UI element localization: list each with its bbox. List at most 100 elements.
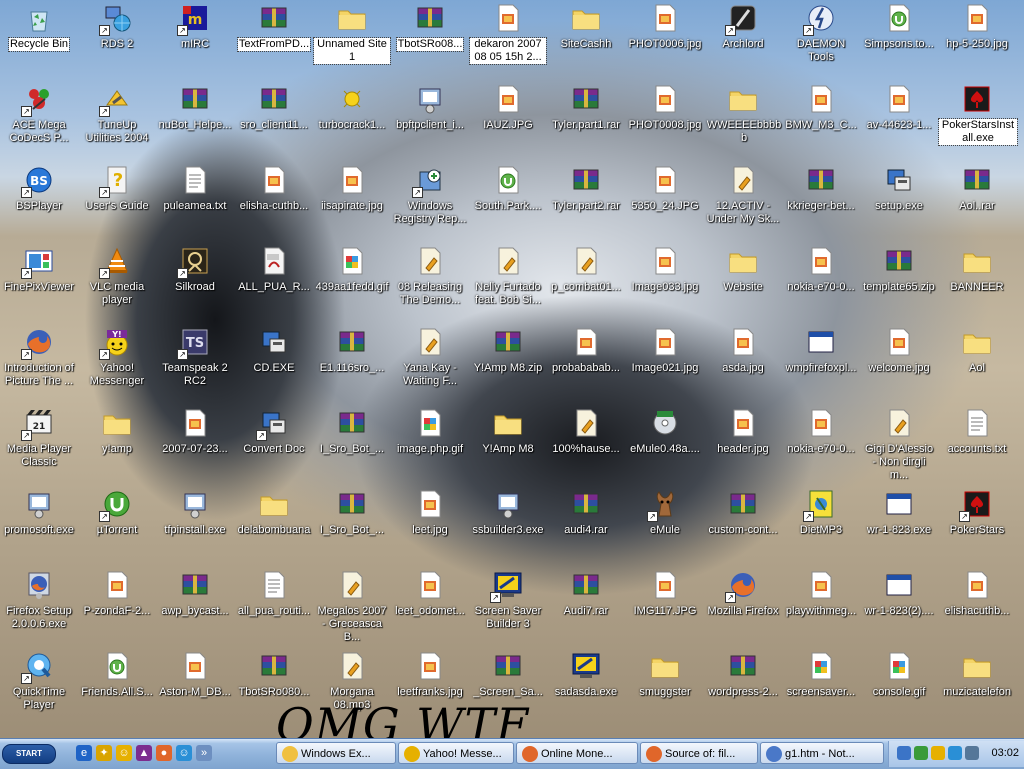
desktop-icon[interactable]: Tyler.part2.rar (548, 162, 624, 242)
yahoo-icon[interactable]: ☺ (116, 745, 132, 761)
desktop-icon[interactable]: PHOT0006.jpg (627, 0, 703, 80)
desktop-icon[interactable]: ↗ Archlord (705, 0, 781, 80)
desktop-icon[interactable]: sadasda.exe (548, 648, 624, 728)
desktop-icon[interactable]: ↗ VLC media player (79, 243, 155, 323)
desktop-icon[interactable]: ↗ QuickTime Player (1, 648, 77, 728)
desktop-icon[interactable]: 12.ACTIV - Under My Sk... (705, 162, 781, 242)
desktop-icon[interactable]: audi4.rar (548, 486, 624, 566)
desktop-icon[interactable]: TbotSRo08... (392, 0, 468, 80)
desktop-icon[interactable]: Firefox Setup 2.0.0.6.exe (1, 567, 77, 647)
desktop-icon[interactable]: kkrieger-bet... (783, 162, 859, 242)
desktop-icon[interactable]: delabombuana (236, 486, 312, 566)
network-icon[interactable] (897, 746, 911, 760)
desktop-icon[interactable]: TS ↗ Teamspeak 2 RC2 (157, 324, 233, 404)
desktop-icon[interactable]: wordpress-2... (705, 648, 781, 728)
desktop-icon[interactable]: PokerStarsInstall.exe (938, 81, 1018, 161)
desktop-icon[interactable]: PHOT0008.jpg (627, 81, 703, 161)
desktop-icon[interactable]: nokia-e70-0... (783, 405, 859, 485)
desktop-icon[interactable]: Aol (939, 324, 1015, 404)
desktop-icon[interactable]: E1.116sro_... (314, 324, 390, 404)
desktop-icon[interactable]: welcome.jpg (861, 324, 937, 404)
yahoo-icon[interactable] (931, 746, 945, 760)
desktop-icon[interactable]: 5350_24.JPG (627, 162, 703, 242)
desktop-icon[interactable]: Image021.jpg (627, 324, 703, 404)
desktop-icon[interactable]: 439aa1fedd.gif (314, 243, 390, 323)
desktop-icon[interactable]: Unnamed Site 1 (313, 0, 391, 80)
desktop-icon[interactable]: screensaver... (783, 648, 859, 728)
desktop-icon[interactable]: ↗ Introduction of Picture The ... (1, 324, 77, 404)
winamp-icon[interactable]: ▲ (136, 745, 152, 761)
desktop-icon[interactable]: awp_bycast... (157, 567, 233, 647)
desktop-icon[interactable]: image.php.gif (392, 405, 468, 485)
desktop-icon[interactable]: template65.zip (861, 243, 937, 323)
desktop-icon[interactable]: Website (705, 243, 781, 323)
firefox-icon[interactable]: ● (156, 745, 172, 761)
desktop-icon[interactable]: IAUZ.JPG (470, 81, 546, 161)
desktop-icon[interactable]: ALL_PUA_R... (236, 243, 312, 323)
desktop-icon[interactable]: puleamea.txt (157, 162, 233, 242)
desktop-icon[interactable]: BS ↗ BSPlayer (1, 162, 77, 242)
desktop-icon[interactable]: muzicatelefon (939, 648, 1015, 728)
clock[interactable]: 03:02 (991, 747, 1019, 759)
desktop-icon[interactable]: Image033.jpg (627, 243, 703, 323)
desktop-icon[interactable]: ↗ Windows Registry Rep... (392, 162, 468, 242)
desktop-icon[interactable]: South.Park.... (470, 162, 546, 242)
desktop-icon[interactable]: sro_client11... (236, 81, 312, 161)
desktop-icon[interactable]: smuggster (627, 648, 703, 728)
desktop-icon[interactable]: ↗ eMule (627, 486, 703, 566)
desktop-icon[interactable]: ↗ DAEMON Tools (783, 0, 859, 80)
desktop-icon[interactable]: accounts.txt (939, 405, 1015, 485)
desktop-icon[interactable]: m ↗ mIRC (157, 0, 233, 80)
desktop-icon[interactable]: Y!Amp M8.zip (470, 324, 546, 404)
taskbar-button[interactable]: g1.htm - Not... (760, 742, 884, 764)
desktop-icon[interactable]: y!amp (79, 405, 155, 485)
volume-icon[interactable] (965, 746, 979, 760)
taskbar-button[interactable]: Yahoo! Messe... (398, 742, 514, 764)
desktop-icon[interactable]: ↗ PokerStars (939, 486, 1015, 566)
desktop-icon[interactable]: Megalos 2007 - Greceasca B... (314, 567, 390, 647)
desktop-icon[interactable]: Aston-M_DB... (157, 648, 233, 728)
desktop-icon[interactable]: hp-5-250.jpg (939, 0, 1015, 80)
desktop-icon[interactable]: console.gif (861, 648, 937, 728)
desktop-icon[interactable]: Y!Amp M8 (470, 405, 546, 485)
overflow-chevron-icon[interactable]: » (196, 745, 212, 761)
desktop-icon[interactable]: ↗ TuneUp Utilities 2004 (79, 81, 155, 161)
desktop-icon[interactable]: nuBot_Helpe... (157, 81, 233, 161)
desktop-icon[interactable]: ↗ Silkroad (157, 243, 233, 323)
desktop-icon[interactable]: eMule0.48a.... (627, 405, 703, 485)
desktop-icon[interactable]: SiteCashh (548, 0, 624, 80)
desktop-icon[interactable]: Simpsons.to... (861, 0, 937, 80)
desktop-icon[interactable]: Aol..rar (939, 162, 1015, 242)
desktop-icon[interactable]: 2007-07-23... (157, 405, 233, 485)
desktop-icon[interactable]: TextFromPD... (236, 0, 312, 80)
desktop-icon[interactable]: leet.jpg (392, 486, 468, 566)
desktop-icon[interactable]: I_Sro_Bot_... (314, 486, 390, 566)
desktop-icon[interactable]: IMG117.JPG (627, 567, 703, 647)
desktop-icon[interactable]: tfpinstall.exe (157, 486, 233, 566)
desktop-icon[interactable]: ssbuilder3.exe (470, 486, 546, 566)
desktop-icon[interactable]: Yana Kay - Waiting F... (392, 324, 468, 404)
desktop-icon[interactable]: Friends.All.S... (79, 648, 155, 728)
desktop-icon[interactable]: WWEEEEbbbbb (705, 81, 781, 161)
desktop-icon[interactable]: ↗ FinePixViewer (1, 243, 77, 323)
desktop-icon[interactable]: wmpfirefoxpl... (783, 324, 859, 404)
desktop-icon[interactable]: asda.jpg (705, 324, 781, 404)
desktop-icon[interactable]: ↗ Screen Saver Builder 3 (470, 567, 546, 647)
taskbar-button[interactable]: Online Mone... (516, 742, 638, 764)
desktop-icon[interactable]: ↗ ACE Mega CoDecS P... (1, 81, 77, 161)
desktop-icon[interactable]: av-44623-1... (861, 81, 937, 161)
desktop-icon[interactable]: Audi7.rar (548, 567, 624, 647)
msn-icon[interactable]: ☺ (176, 745, 192, 761)
desktop-icon[interactable]: promosoft.exe (1, 486, 77, 566)
desktop-icon[interactable]: elishacuthb... (939, 567, 1015, 647)
desktop-icon[interactable]: I_Sro_Bot_... (314, 405, 390, 485)
ie-icon[interactable]: e (76, 745, 92, 761)
taskbar-button[interactable]: Windows Ex... (276, 742, 396, 764)
desktop-icon[interactable]: elisha-cuthb... (236, 162, 312, 242)
desktop-icon[interactable]: CD.EXE (236, 324, 312, 404)
desktop-icon[interactable]: all_pua_routi... (236, 567, 312, 647)
desktop-icon[interactable]: ↗ µTorrent (79, 486, 155, 566)
desktop-icon[interactable]: Tyler.part1.rar (548, 81, 624, 161)
desktop-icon[interactable]: playwithmeg... (783, 567, 859, 647)
desktop-icon[interactable]: BMW_M3_C... (783, 81, 859, 161)
